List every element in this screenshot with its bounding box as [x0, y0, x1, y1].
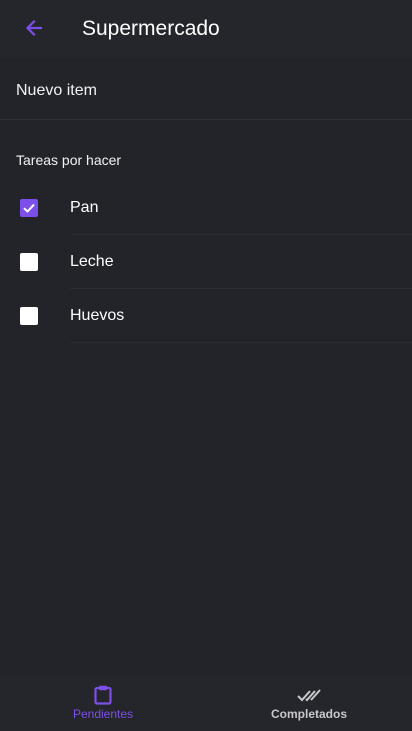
task-label: Huevos: [70, 307, 125, 324]
app-bar: Supermercado: [0, 0, 412, 58]
check-icon: [23, 203, 35, 213]
nav-pendientes[interactable]: Pendientes: [0, 675, 206, 731]
task-row-leche[interactable]: Leche: [0, 235, 412, 289]
page-title: Supermercado: [82, 17, 220, 40]
task-row-huevos[interactable]: Huevos: [0, 289, 412, 343]
section-title: Tareas por hacer: [16, 152, 122, 168]
task-checkbox[interactable]: [20, 307, 38, 325]
nav-label: Completados: [270, 707, 347, 721]
double-check-icon: [297, 684, 321, 706]
task-checkbox[interactable]: [20, 199, 38, 217]
back-button[interactable]: [14, 10, 54, 50]
task-label: Pan: [70, 199, 99, 216]
nav-completados[interactable]: Completados: [206, 675, 412, 731]
arrow-left-icon: [24, 18, 44, 43]
bottom-navigation: Pendientes Completados: [0, 675, 412, 731]
task-checkbox[interactable]: [20, 253, 38, 271]
clipboard-icon: [91, 684, 115, 706]
task-list: Pan Leche Huevos: [0, 181, 412, 343]
task-row-pan[interactable]: Pan: [0, 181, 412, 235]
new-item-label: Nuevo item: [16, 82, 97, 99]
new-item-field[interactable]: Nuevo item: [0, 58, 412, 120]
nav-label: Pendientes: [72, 707, 134, 721]
task-label: Leche: [70, 253, 114, 270]
